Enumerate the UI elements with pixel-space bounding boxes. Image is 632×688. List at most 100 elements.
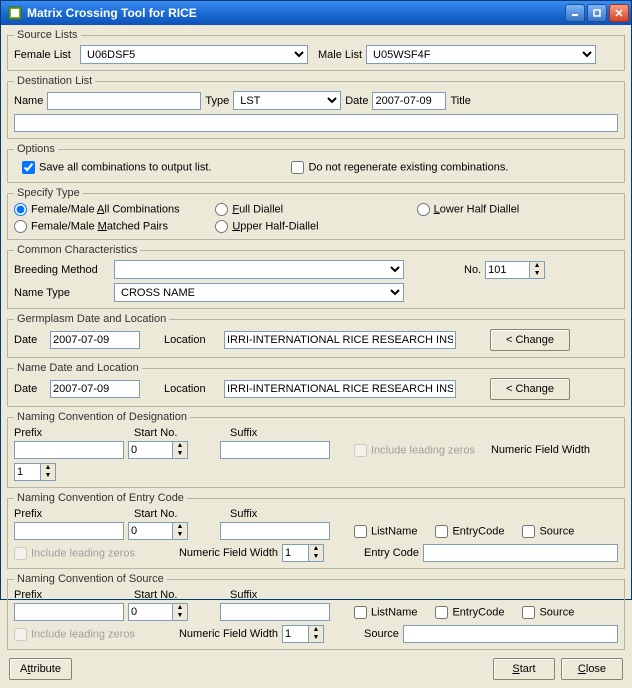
src-include-leading: Include leading zeros xyxy=(14,628,135,641)
germplasm-legend: Germplasm Date and Location xyxy=(14,313,169,325)
no-regen-checkbox-label[interactable]: Do not regenerate existing combinations. xyxy=(291,161,508,174)
start-button[interactable]: Start xyxy=(493,658,555,680)
specify-type-group: Specify Type Female/Male All Combination… xyxy=(7,187,625,240)
dest-type-label: Type xyxy=(205,95,229,107)
desig-prefix-input[interactable] xyxy=(14,441,124,459)
close-button[interactable]: Close xyxy=(561,658,623,680)
breeding-method-label: Breeding Method xyxy=(14,264,110,276)
desig-prefix-label: Prefix xyxy=(14,427,130,439)
radio-all-combinations[interactable]: Female/Male All Combinations xyxy=(14,203,215,216)
dest-title-input[interactable] xyxy=(14,114,618,132)
naming-designation-group: Naming Convention of Designation Prefix … xyxy=(7,411,625,488)
src-source-checkbox[interactable]: Source xyxy=(522,606,574,619)
ec-width-spinner[interactable]: ▲▼ xyxy=(282,544,324,562)
name-type-label: Name Type xyxy=(14,287,110,299)
name-location-input[interactable] xyxy=(224,380,456,398)
window-controls xyxy=(565,4,629,22)
src-width-spinner[interactable]: ▲▼ xyxy=(282,625,324,643)
radio-matched-pairs[interactable]: Female/Male Matched Pairs xyxy=(14,220,215,233)
src-startno-spinner[interactable]: ▲▼ xyxy=(128,603,188,621)
desig-startno-spinner[interactable]: ▲▼ xyxy=(128,441,188,459)
options-legend: Options xyxy=(14,143,58,155)
name-type-select[interactable]: CROSS NAME xyxy=(114,283,404,302)
spin-down-icon[interactable]: ▼ xyxy=(530,270,544,278)
ec-prefix-input[interactable] xyxy=(14,522,124,540)
designation-legend: Naming Convention of Designation xyxy=(14,411,190,423)
dest-date-label: Date xyxy=(345,95,368,107)
ec-prefix-label: Prefix xyxy=(14,508,130,520)
naming-entrycode-group: Naming Convention of Entry Code Prefix S… xyxy=(7,492,625,569)
desig-startno-label: Start No. xyxy=(134,427,226,439)
radio-upper-half-diallel[interactable]: Upper Half-Diallel xyxy=(215,220,416,233)
dest-date-input[interactable] xyxy=(372,92,446,110)
name-date-label: Date xyxy=(14,383,46,395)
desig-suffix-input[interactable] xyxy=(220,441,330,459)
src-entrycode-checkbox[interactable]: EntryCode xyxy=(435,606,504,619)
dest-title-label: Title xyxy=(450,95,470,107)
spin-up-icon[interactable]: ▲ xyxy=(530,262,544,270)
options-group: Options Save all combinations to output … xyxy=(7,143,625,183)
destination-list-group: Destination List Name Type LST Date Titl… xyxy=(7,75,625,139)
titlebar: Matrix Crossing Tool for RICE xyxy=(1,1,631,25)
close-window-button[interactable] xyxy=(609,4,629,22)
no-regen-text: Do not regenerate existing combinations. xyxy=(308,161,508,173)
namedate-legend: Name Date and Location xyxy=(14,362,142,374)
ec-include-leading: Include leading zeros xyxy=(14,547,135,560)
name-date-location-group: Name Date and Location Date Location < C… xyxy=(7,362,625,407)
src-source-field-label: Source xyxy=(364,628,399,640)
germ-location-label: Location xyxy=(164,334,220,346)
female-list-select[interactable]: U06DSF5 xyxy=(80,45,308,64)
male-list-select[interactable]: U05WSF4F xyxy=(366,45,596,64)
germ-date-input[interactable] xyxy=(50,331,140,349)
no-spinner[interactable]: ▲▼ xyxy=(485,261,545,279)
dest-name-input[interactable] xyxy=(47,92,201,110)
common-characteristics-group: Common Characteristics Breeding Method N… xyxy=(7,244,625,309)
desig-numeric-width-label: Numeric Field Width xyxy=(491,444,590,456)
save-all-checkbox-label[interactable]: Save all combinations to output list. xyxy=(22,161,211,174)
no-label: No. xyxy=(464,264,481,276)
minimize-button[interactable] xyxy=(565,4,585,22)
entrycode-legend: Naming Convention of Entry Code xyxy=(14,492,187,504)
src-numeric-width-label: Numeric Field Width xyxy=(179,628,278,640)
germ-date-label: Date xyxy=(14,334,46,346)
save-all-text: Save all combinations to output list. xyxy=(39,161,211,173)
source-lists-legend: Source Lists xyxy=(14,29,81,41)
src-prefix-input[interactable] xyxy=(14,603,124,621)
dest-type-select[interactable]: LST xyxy=(233,91,341,110)
src-prefix-label: Prefix xyxy=(14,589,130,601)
germ-change-button[interactable]: < Change xyxy=(490,329,570,351)
breeding-method-select[interactable] xyxy=(114,260,404,279)
germplasm-date-location-group: Germplasm Date and Location Date Locatio… xyxy=(7,313,625,358)
ec-startno-spinner[interactable]: ▲▼ xyxy=(128,522,188,540)
desig-width-spinner[interactable]: ▲▼ xyxy=(14,463,56,481)
ec-suffix-input[interactable] xyxy=(220,522,330,540)
maximize-button[interactable] xyxy=(587,4,607,22)
ec-listname-checkbox[interactable]: ListName xyxy=(354,525,417,538)
ec-entrycode-field-label: Entry Code xyxy=(364,547,419,559)
common-legend: Common Characteristics xyxy=(14,244,140,256)
no-regen-checkbox[interactable] xyxy=(291,161,304,174)
germ-location-input[interactable] xyxy=(224,331,456,349)
source-lists-group: Source Lists Female List U06DSF5 Male Li… xyxy=(7,29,625,71)
name-location-label: Location xyxy=(164,383,220,395)
src-listname-checkbox[interactable]: ListName xyxy=(354,606,417,619)
src-suffix-input[interactable] xyxy=(220,603,330,621)
name-change-button[interactable]: < Change xyxy=(490,378,570,400)
save-all-checkbox[interactable] xyxy=(22,161,35,174)
source-legend: Naming Convention of Source xyxy=(14,573,167,585)
specify-type-legend: Specify Type xyxy=(14,187,83,199)
ec-entrycode-field-input[interactable] xyxy=(423,544,618,562)
window-title: Matrix Crossing Tool for RICE xyxy=(27,6,565,20)
naming-source-group: Naming Convention of Source Prefix Start… xyxy=(7,573,625,650)
attribute-button[interactable]: Attribute xyxy=(9,658,72,680)
ec-source-checkbox[interactable]: Source xyxy=(522,525,574,538)
src-source-field-input[interactable] xyxy=(403,625,618,643)
desig-include-leading: Include leading zeros xyxy=(354,444,475,457)
desig-suffix-label: Suffix xyxy=(230,427,257,439)
radio-lower-half-diallel[interactable]: Lower Half Diallel xyxy=(417,203,618,216)
ec-suffix-label: Suffix xyxy=(230,508,257,520)
ec-entrycode-checkbox[interactable]: EntryCode xyxy=(435,525,504,538)
radio-full-diallel[interactable]: Full Diallel xyxy=(215,203,416,216)
footer: Attribute Start Close xyxy=(7,654,625,684)
name-date-input[interactable] xyxy=(50,380,140,398)
